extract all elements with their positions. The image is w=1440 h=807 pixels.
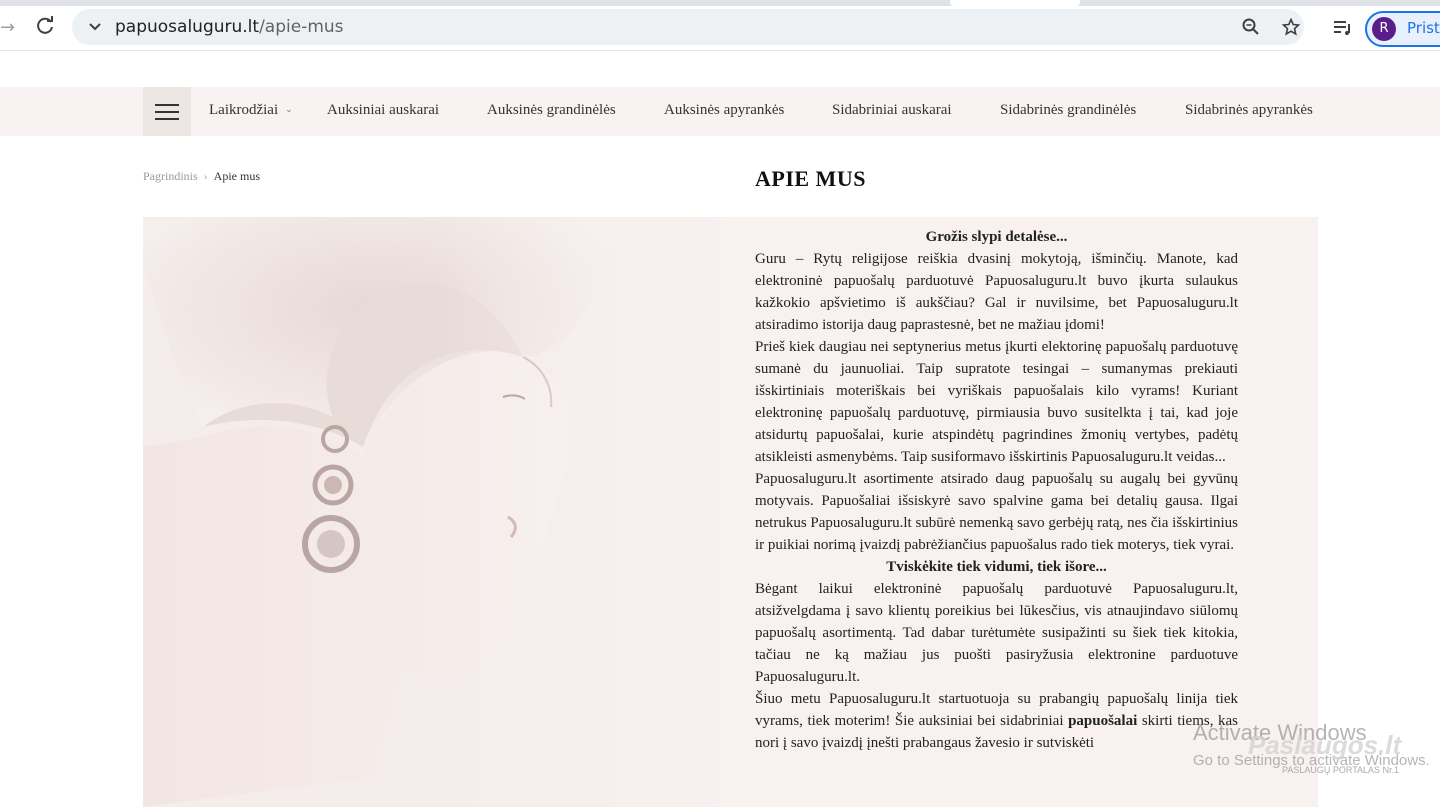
article-heading: Grožis slypi detalėse... xyxy=(925,229,1068,245)
nav-item-laikrodziai[interactable]: Laikrodžiai ⌄ xyxy=(209,102,293,119)
paslaugos-watermark-subtitle: PASLAUGŲ PORTALAS Nr.1 xyxy=(1282,765,1400,775)
nav-item-sidabrines-grandineles[interactable]: Sidabrinės grandinėlės xyxy=(1000,102,1136,119)
article-bold-link[interactable]: papuošalai xyxy=(1068,713,1137,729)
hamburger-menu-icon[interactable] xyxy=(143,87,191,136)
url-domain: papuosaluguru.lt xyxy=(115,17,260,37)
page-title: APIE MUS xyxy=(755,166,866,191)
paslaugos-watermark-logo: Paslaugos.lt xyxy=(1248,730,1402,760)
url-path: /apie-mus xyxy=(259,17,344,37)
reading-list-icon[interactable] xyxy=(1332,18,1352,38)
browser-toolbar: → papuosaluguru.lt/apie-mus R Prista xyxy=(0,6,1440,51)
profile-label: Prista xyxy=(1407,19,1440,37)
url-text[interactable]: papuosaluguru.lt/apie-mus xyxy=(115,17,344,37)
breadcrumb: Pagrindinis › Apie mus xyxy=(143,169,260,184)
chevron-down-icon: ⌄ xyxy=(285,104,293,114)
breadcrumb-current: Apie mus xyxy=(213,169,261,183)
breadcrumb-home-link[interactable]: Pagrindinis xyxy=(143,169,198,183)
breadcrumb-separator: › xyxy=(203,169,208,183)
avatar: R xyxy=(1372,17,1396,41)
nav-item-auksines-apyrankes[interactable]: Auksinės apyrankės xyxy=(664,102,784,119)
article-paragraph: Šiuo metu Papuosaluguru.lt startuotuoja … xyxy=(755,688,1238,754)
nav-item-sidabrines-apyrankes[interactable]: Sidabrinės apyrankės xyxy=(1185,102,1313,119)
reload-icon[interactable] xyxy=(34,15,56,37)
profile-button[interactable]: R Prista xyxy=(1365,11,1440,47)
article-paragraph: Papuosaluguru.lt asortimente atsirado da… xyxy=(755,471,1238,553)
article-paragraph: Bėgant laikui elektroninė papuošalų pard… xyxy=(755,581,1238,685)
article-heading: Tviskėkite tiek vidumi, tiek išore... xyxy=(886,559,1107,575)
bookmark-star-icon[interactable] xyxy=(1282,18,1300,36)
article-paragraph: Prieš kiek daugiau nei septynerius metus… xyxy=(755,339,1238,465)
forward-icon[interactable]: → xyxy=(0,19,15,37)
article-paragraph: Guru – Rytų religijose reiškia dvasinį m… xyxy=(755,251,1238,333)
nav-item-label: Laikrodžiai xyxy=(209,102,279,118)
main-nav: Laikrodžiai ⌄ Auksiniai auskarai Auksinės… xyxy=(0,87,1440,136)
address-bar[interactable]: papuosaluguru.lt/apie-mus xyxy=(72,9,1304,45)
about-article: Grožis slypi detalėse... Guru – Rytų rel… xyxy=(755,226,1238,754)
nav-item-auksiniai-auskarai[interactable]: Auksiniai auskarai xyxy=(327,102,439,119)
woman-portrait-image xyxy=(143,217,743,807)
nav-item-auksines-grandineles[interactable]: Auksinės grandinėlės xyxy=(487,102,616,119)
site-info-chevron-icon[interactable] xyxy=(86,18,104,36)
nav-item-sidabriniai-auskarai[interactable]: Sidabriniai auskarai xyxy=(832,102,952,119)
zoom-icon[interactable] xyxy=(1242,18,1260,36)
